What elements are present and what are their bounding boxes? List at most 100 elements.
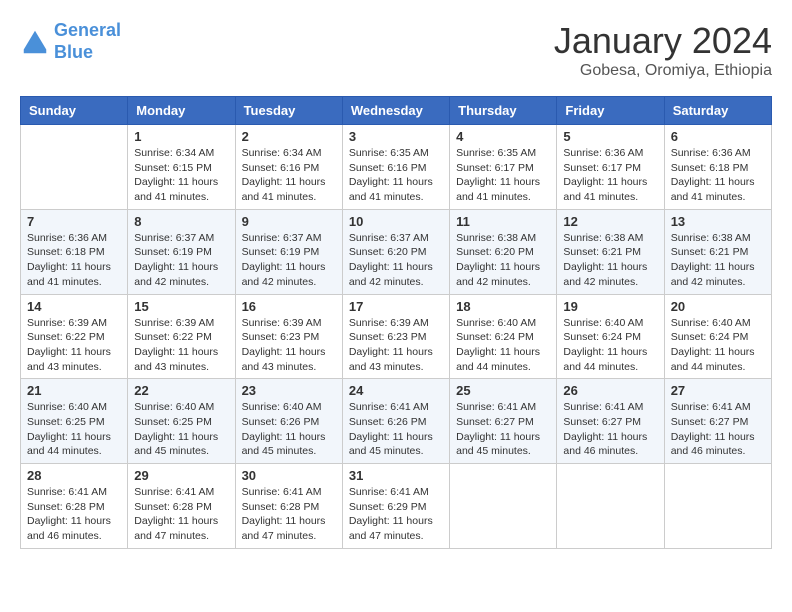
day-info: Sunrise: 6:37 AM Sunset: 6:19 PM Dayligh…: [242, 231, 336, 290]
day-number: 30: [242, 468, 336, 483]
calendar-cell: 2 Sunrise: 6:34 AM Sunset: 6:16 PM Daylig…: [235, 125, 342, 210]
day-number: 27: [671, 383, 765, 398]
day-info: Sunrise: 6:41 AM Sunset: 6:28 PM Dayligh…: [27, 485, 121, 544]
day-info: Sunrise: 6:35 AM Sunset: 6:17 PM Dayligh…: [456, 146, 550, 205]
day-number: 9: [242, 214, 336, 229]
calendar-cell: 27 Sunrise: 6:41 AM Sunset: 6:27 PM Dayli…: [664, 379, 771, 464]
calendar-week-row: 7 Sunrise: 6:36 AM Sunset: 6:18 PM Daylig…: [21, 209, 772, 294]
calendar-cell: 30 Sunrise: 6:41 AM Sunset: 6:28 PM Dayli…: [235, 464, 342, 549]
title-section: January 2024 Gobesa, Oromiya, Ethiopia: [554, 20, 772, 80]
calendar-cell: 8 Sunrise: 6:37 AM Sunset: 6:19 PM Daylig…: [128, 209, 235, 294]
day-info: Sunrise: 6:41 AM Sunset: 6:28 PM Dayligh…: [134, 485, 228, 544]
logo-icon: [20, 27, 50, 57]
day-info: Sunrise: 6:39 AM Sunset: 6:22 PM Dayligh…: [27, 316, 121, 375]
day-number: 16: [242, 299, 336, 314]
day-info: Sunrise: 6:40 AM Sunset: 6:25 PM Dayligh…: [27, 400, 121, 459]
day-number: 18: [456, 299, 550, 314]
day-number: 11: [456, 214, 550, 229]
day-number: 15: [134, 299, 228, 314]
day-info: Sunrise: 6:40 AM Sunset: 6:24 PM Dayligh…: [563, 316, 657, 375]
day-number: 4: [456, 129, 550, 144]
calendar-cell: 19 Sunrise: 6:40 AM Sunset: 6:24 PM Dayli…: [557, 294, 664, 379]
day-number: 10: [349, 214, 443, 229]
day-info: Sunrise: 6:37 AM Sunset: 6:19 PM Dayligh…: [134, 231, 228, 290]
day-number: 29: [134, 468, 228, 483]
calendar-cell: 15 Sunrise: 6:39 AM Sunset: 6:22 PM Dayli…: [128, 294, 235, 379]
month-title: January 2024: [554, 20, 772, 62]
day-number: 17: [349, 299, 443, 314]
calendar-cell: 17 Sunrise: 6:39 AM Sunset: 6:23 PM Dayli…: [342, 294, 449, 379]
day-info: Sunrise: 6:41 AM Sunset: 6:26 PM Dayligh…: [349, 400, 443, 459]
calendar-cell: 10Sunrise: 6:37 AM Sunset: 6:20 PM Dayli…: [342, 209, 449, 294]
weekday-header: Sunday: [21, 97, 128, 125]
weekday-header: Friday: [557, 97, 664, 125]
day-number: 14: [27, 299, 121, 314]
day-number: 20: [671, 299, 765, 314]
calendar-cell: [557, 464, 664, 549]
calendar-cell: 14 Sunrise: 6:39 AM Sunset: 6:22 PM Dayli…: [21, 294, 128, 379]
day-number: 1: [134, 129, 228, 144]
calendar-cell: 28Sunrise: 6:41 AM Sunset: 6:28 PM Dayli…: [21, 464, 128, 549]
day-info: Sunrise: 6:41 AM Sunset: 6:27 PM Dayligh…: [456, 400, 550, 459]
day-number: 3: [349, 129, 443, 144]
calendar-cell: [450, 464, 557, 549]
calendar-cell: 9 Sunrise: 6:37 AM Sunset: 6:19 PM Daylig…: [235, 209, 342, 294]
day-number: 6: [671, 129, 765, 144]
calendar-cell: 29 Sunrise: 6:41 AM Sunset: 6:28 PM Dayli…: [128, 464, 235, 549]
calendar-cell: 3 Sunrise: 6:35 AM Sunset: 6:16 PM Daylig…: [342, 125, 449, 210]
day-number: 13: [671, 214, 765, 229]
calendar-cell: 26Sunrise: 6:41 AM Sunset: 6:27 PM Dayli…: [557, 379, 664, 464]
day-number: 2: [242, 129, 336, 144]
calendar-cell: 20 Sunrise: 6:40 AM Sunset: 6:24 PM Dayli…: [664, 294, 771, 379]
day-info: Sunrise: 6:39 AM Sunset: 6:22 PM Dayligh…: [134, 316, 228, 375]
day-number: 22: [134, 383, 228, 398]
calendar-body: 1 Sunrise: 6:34 AM Sunset: 6:15 PM Daylig…: [21, 125, 772, 549]
day-number: 23: [242, 383, 336, 398]
day-info: Sunrise: 6:40 AM Sunset: 6:26 PM Dayligh…: [242, 400, 336, 459]
weekday-header: Thursday: [450, 97, 557, 125]
weekday-header: Tuesday: [235, 97, 342, 125]
day-info: Sunrise: 6:41 AM Sunset: 6:27 PM Dayligh…: [671, 400, 765, 459]
calendar-cell: 12Sunrise: 6:38 AM Sunset: 6:21 PM Dayli…: [557, 209, 664, 294]
calendar-cell: 5Sunrise: 6:36 AM Sunset: 6:17 PM Daylig…: [557, 125, 664, 210]
calendar-cell: 4 Sunrise: 6:35 AM Sunset: 6:17 PM Daylig…: [450, 125, 557, 210]
day-number: 12: [563, 214, 657, 229]
calendar-cell: 16 Sunrise: 6:39 AM Sunset: 6:23 PM Dayli…: [235, 294, 342, 379]
day-number: 8: [134, 214, 228, 229]
day-info: Sunrise: 6:38 AM Sunset: 6:21 PM Dayligh…: [671, 231, 765, 290]
day-number: 19: [563, 299, 657, 314]
day-info: Sunrise: 6:34 AM Sunset: 6:16 PM Dayligh…: [242, 146, 336, 205]
weekday-header: Saturday: [664, 97, 771, 125]
day-info: Sunrise: 6:38 AM Sunset: 6:20 PM Dayligh…: [456, 231, 550, 290]
day-info: Sunrise: 6:40 AM Sunset: 6:24 PM Dayligh…: [671, 316, 765, 375]
day-info: Sunrise: 6:36 AM Sunset: 6:18 PM Dayligh…: [671, 146, 765, 205]
calendar-cell: [664, 464, 771, 549]
weekday-header: Monday: [128, 97, 235, 125]
logo: General Blue: [20, 20, 121, 63]
day-info: Sunrise: 6:36 AM Sunset: 6:18 PM Dayligh…: [27, 231, 121, 290]
day-number: 7: [27, 214, 121, 229]
calendar-cell: 6 Sunrise: 6:36 AM Sunset: 6:18 PM Daylig…: [664, 125, 771, 210]
logo-text: General Blue: [54, 20, 121, 63]
day-info: Sunrise: 6:40 AM Sunset: 6:25 PM Dayligh…: [134, 400, 228, 459]
day-info: Sunrise: 6:41 AM Sunset: 6:29 PM Dayligh…: [349, 485, 443, 544]
calendar-table: SundayMondayTuesdayWednesdayThursdayFrid…: [20, 96, 772, 549]
calendar-week-row: 14 Sunrise: 6:39 AM Sunset: 6:22 PM Dayli…: [21, 294, 772, 379]
calendar-week-row: 1 Sunrise: 6:34 AM Sunset: 6:15 PM Daylig…: [21, 125, 772, 210]
calendar-cell: 13 Sunrise: 6:38 AM Sunset: 6:21 PM Dayli…: [664, 209, 771, 294]
day-info: Sunrise: 6:41 AM Sunset: 6:28 PM Dayligh…: [242, 485, 336, 544]
day-info: Sunrise: 6:40 AM Sunset: 6:24 PM Dayligh…: [456, 316, 550, 375]
calendar-week-row: 21Sunrise: 6:40 AM Sunset: 6:25 PM Dayli…: [21, 379, 772, 464]
day-number: 31: [349, 468, 443, 483]
weekday-header: Wednesday: [342, 97, 449, 125]
calendar-cell: 24 Sunrise: 6:41 AM Sunset: 6:26 PM Dayli…: [342, 379, 449, 464]
day-info: Sunrise: 6:39 AM Sunset: 6:23 PM Dayligh…: [242, 316, 336, 375]
calendar-header: SundayMondayTuesdayWednesdayThursdayFrid…: [21, 97, 772, 125]
day-info: Sunrise: 6:34 AM Sunset: 6:15 PM Dayligh…: [134, 146, 228, 205]
day-info: Sunrise: 6:35 AM Sunset: 6:16 PM Dayligh…: [349, 146, 443, 205]
day-number: 26: [563, 383, 657, 398]
calendar-cell: 22 Sunrise: 6:40 AM Sunset: 6:25 PM Dayli…: [128, 379, 235, 464]
calendar-cell: 31 Sunrise: 6:41 AM Sunset: 6:29 PM Dayli…: [342, 464, 449, 549]
day-number: 24: [349, 383, 443, 398]
day-info: Sunrise: 6:39 AM Sunset: 6:23 PM Dayligh…: [349, 316, 443, 375]
